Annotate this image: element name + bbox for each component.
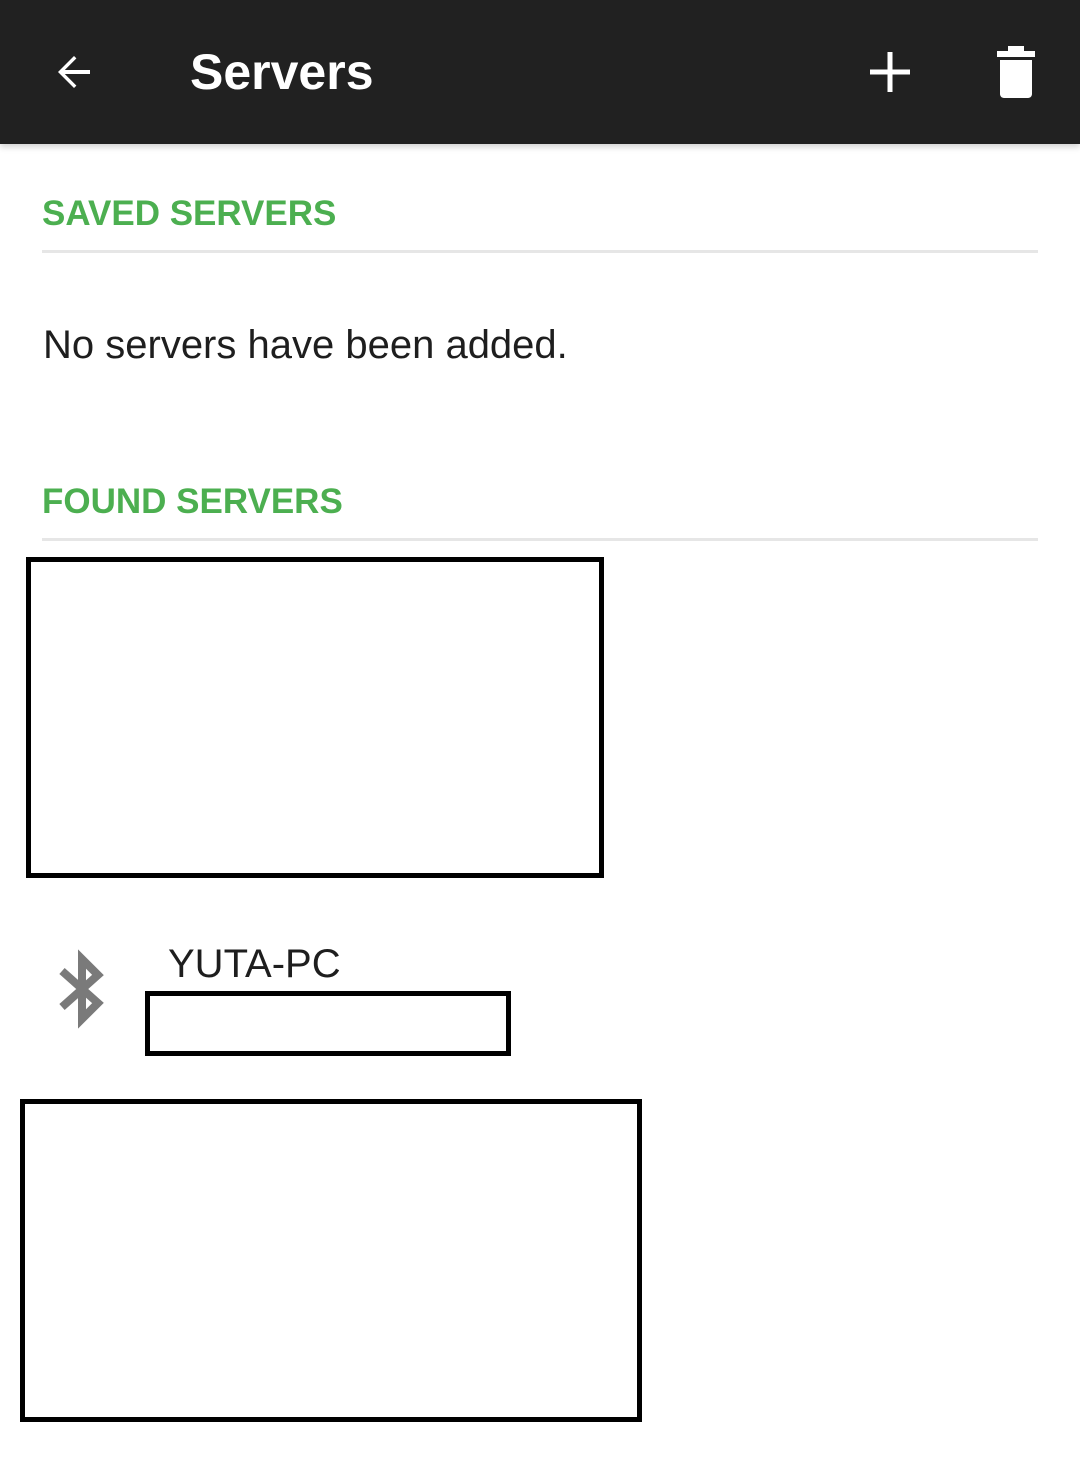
trash-icon [997, 46, 1035, 98]
saved-servers-divider [42, 250, 1038, 253]
arrow-back-icon [58, 56, 90, 88]
app-toolbar: Servers [0, 0, 1080, 144]
add-server-button[interactable] [854, 36, 926, 108]
page-title: Servers [190, 44, 374, 100]
delete-button[interactable] [980, 36, 1052, 108]
back-button[interactable] [38, 36, 110, 108]
found-servers-header: FOUND SERVERS [42, 482, 343, 521]
found-servers-divider [42, 538, 1038, 541]
plus-icon [870, 52, 910, 92]
redacted-region [20, 1099, 642, 1422]
server-name: YUTA-PC [168, 942, 341, 986]
redacted-region [145, 991, 511, 1056]
bluetooth-icon [59, 949, 104, 1029]
saved-servers-header: SAVED SERVERS [42, 194, 337, 233]
no-servers-message: No servers have been added. [43, 323, 568, 367]
redacted-region [26, 557, 604, 878]
